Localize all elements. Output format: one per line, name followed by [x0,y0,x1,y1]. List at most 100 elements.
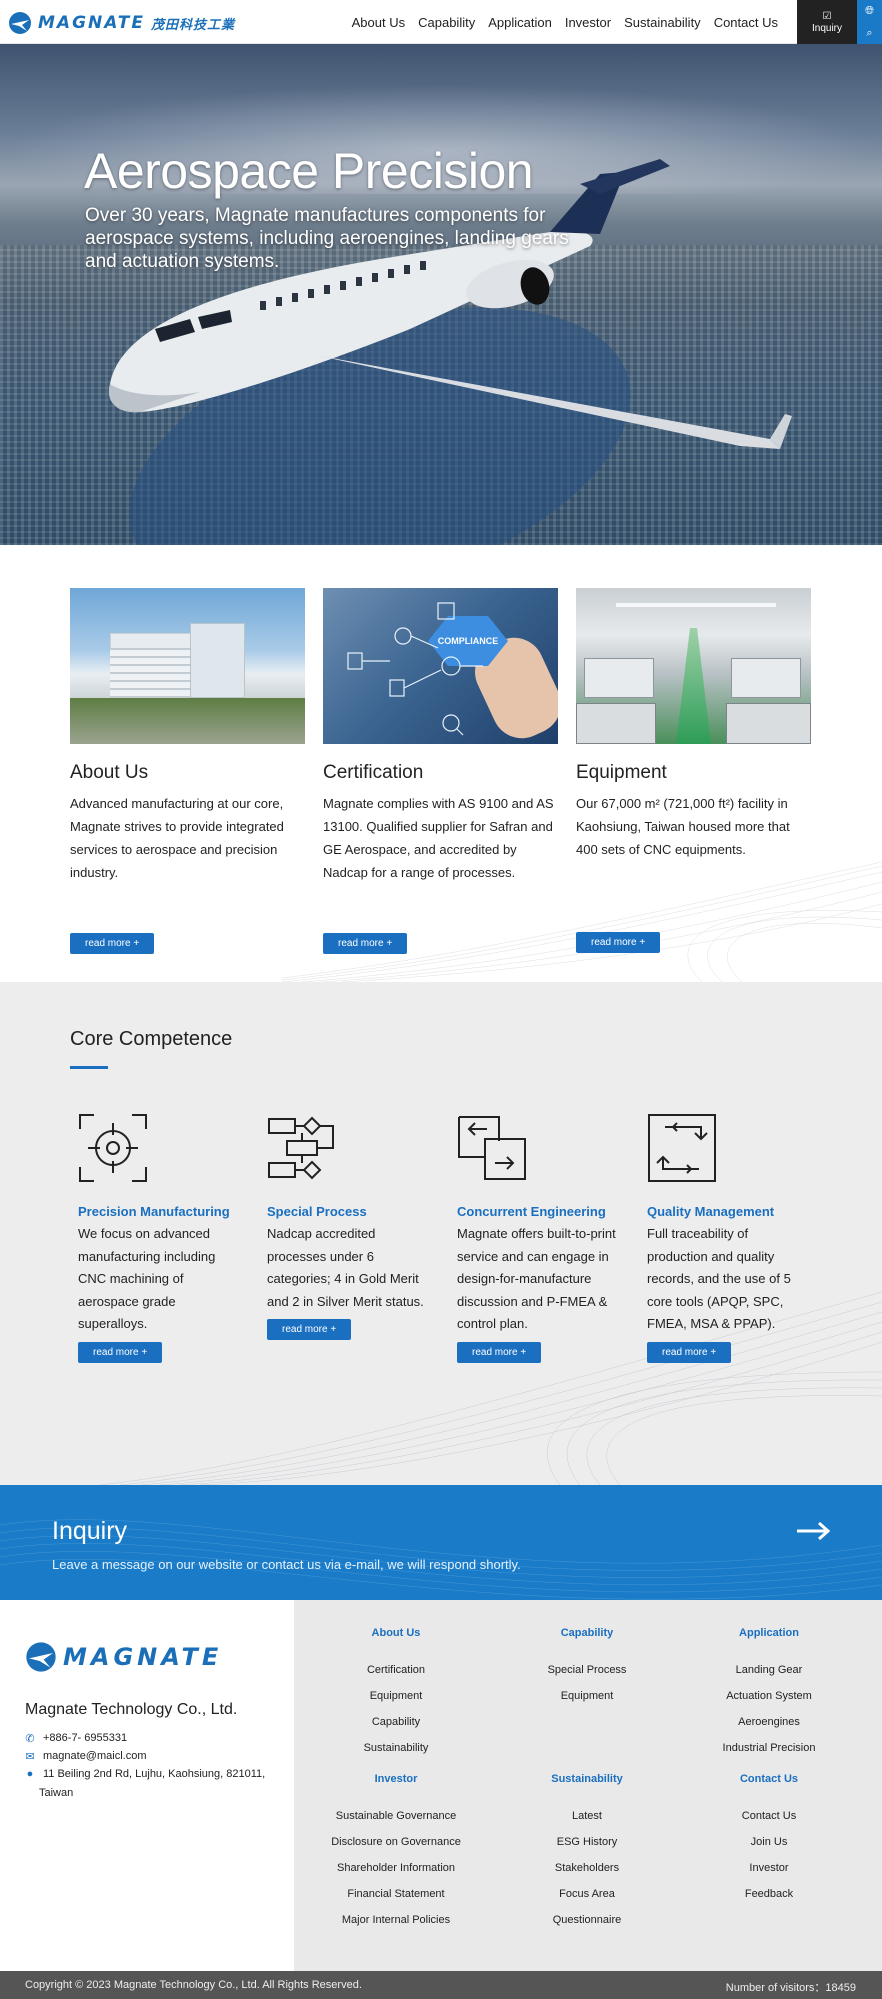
footer-address: ● 11 Beiling 2nd Rd, Lujhu, Kaohsiung, 8… [25,1768,266,1780]
nav-capability[interactable]: Capability [418,15,475,30]
visitor-counter: Number of visitors：18459 [725,1982,856,1994]
footer-link[interactable]: Latest [497,1803,677,1829]
address-line-2: Taiwan [39,1787,74,1799]
site-header: MAGNATE 茂田科技工業 About Us Capability Appli… [0,0,882,44]
footer-phone: ✆ +886-7- 6955331 [25,1732,127,1745]
globe-icon[interactable]: 🌐︎ [865,5,874,18]
footer-logo-text: MAGNATE [63,1643,223,1671]
footer-sitemap: About Us Certification Equipment Capabil… [294,1600,882,1971]
copyright-bar: Copyright © 2023 Magnate Technology Co.,… [0,1971,882,1999]
competence-title: Precision Manufacturing [78,1204,230,1219]
target-icon [79,1114,147,1182]
footer-link[interactable]: Feedback [679,1881,859,1907]
footer-link[interactable]: Questionnaire [497,1907,677,1933]
nav-contact-us[interactable]: Contact Us [714,15,778,30]
features-section: About Us Advanced manufacturing at our c… [0,545,882,982]
competence-precision-manufacturing: Precision Manufacturing We focus on adva… [78,1113,238,1363]
feature-text: Advanced manufacturing at our core, Magn… [70,796,284,880]
footer-link[interactable]: Aeroengines [679,1709,859,1735]
inquiry-button[interactable]: ☑ Inquiry [797,0,857,44]
competence-special-process: Special Process Nadcap accredited proces… [267,1113,427,1340]
inquiry-label: Inquiry [811,22,842,34]
core-competence-title: Core Competence [70,1028,233,1050]
phone-number: +886-7- 6955331 [43,1732,128,1744]
header-utility-icons: 🌐︎ ⌕ [857,0,882,44]
competence-text: Nadcap accredited processes under 6 cate… [267,1226,424,1309]
phone-icon: ✆ [25,1733,35,1745]
footer-link[interactable]: Sustainable Governance [306,1803,486,1829]
feature-title: Certification [323,762,424,783]
footer-col-application: Application Landing Gear Actuation Syste… [679,1627,859,1761]
footer-link[interactable]: Disclosure on Governance [306,1829,486,1855]
footer-col-heading[interactable]: Capability [497,1627,677,1645]
concurrent-engineering-read-more-button[interactable]: read more + [457,1341,542,1363]
email-address[interactable]: magnate@maicl.com [43,1750,146,1763]
competence-title: Quality Management [647,1204,775,1219]
footer-link[interactable]: Landing Gear [679,1657,859,1683]
envelope-icon: ✉ [25,1751,35,1763]
certification-read-more-button[interactable]: read more + [323,933,408,954]
nav-investor[interactable]: Investor [565,15,611,30]
equipment-read-more-button[interactable]: read more + [576,932,661,953]
footer-link[interactable]: Sustainability [306,1735,486,1761]
footer-link[interactable]: Equipment [497,1683,677,1709]
footer-col-heading[interactable]: Application [679,1627,859,1645]
feature-text: Our 67,000 m² (721,000 ft²) facility in … [576,796,790,857]
inquiry-band[interactable]: Inquiry Leave a message on our website o… [0,1485,882,1600]
site-logo[interactable]: MAGNATE 茂田科技工業 [8,10,235,36]
footer-link[interactable]: Stakeholders [497,1855,677,1881]
footer-link[interactable]: ESG History [497,1829,677,1855]
footer-logo[interactable]: MAGNATE [25,1641,222,1673]
feature-title: Equipment [576,762,667,783]
footer-link[interactable]: Special Process [497,1657,677,1683]
about-us-read-more-button[interactable]: read more + [70,933,155,954]
feature-certification: COMPLIANCE Certification Magnate complie… [323,588,558,954]
footer-col-contact-us: Contact Us Contact Us Join Us Investor F… [679,1773,859,1907]
hero-banner: Aerospace Precision Over 30 years, Magna… [0,44,882,545]
footer-link[interactable]: Industrial Precision [679,1735,859,1761]
competence-text: We focus on advanced manufacturing inclu… [78,1226,216,1331]
footer-link[interactable]: Equipment [306,1683,486,1709]
flowchart-icon [268,1116,334,1180]
quality-read-more-button[interactable]: read more + [647,1341,732,1363]
compliance-icons [347,602,483,736]
competence-text: Magnate offers built-to-print service an… [457,1226,616,1331]
company-name: Magnate Technology Co., Ltd. [25,1701,238,1718]
nav-application[interactable]: Application [488,15,552,30]
feature-title: About Us [70,762,149,783]
footer-link[interactable]: Investor [679,1855,859,1881]
site-footer: MAGNATE Magnate Technology Co., Ltd. ✆ +… [0,1600,882,1971]
airplane-image [108,159,792,449]
special-process-read-more-button[interactable]: read more + [267,1319,352,1340]
copyright-text: Copyright © 2023 Magnate Technology Co.,… [25,1979,362,1991]
footer-link[interactable]: Focus Area [497,1881,677,1907]
competence-quality-management: Quality Management Full traceability of … [647,1113,807,1363]
competence-title: Concurrent Engineering [457,1204,606,1219]
footer-col-heading[interactable]: Contact Us [679,1773,859,1791]
nav-about-us[interactable]: About Us [352,15,405,30]
logo-chinese-text: 茂田科技工業 [151,17,236,33]
search-icon[interactable]: ⌕ [866,27,872,40]
logo-mark-icon [9,12,31,34]
footer-col-sustainability: Sustainability Latest ESG History Stakeh… [497,1773,677,1933]
footer-link[interactable]: Major Internal Policies [306,1907,486,1933]
factory-building-image [70,588,305,744]
logo-mark-icon [26,1642,56,1672]
footer-col-heading[interactable]: Investor [306,1773,486,1791]
footer-link[interactable]: Actuation System [679,1683,859,1709]
precision-read-more-button[interactable]: read more + [78,1341,163,1363]
feature-text: Magnate complies with AS 9100 and AS 131… [323,796,554,880]
footer-col-about-us: About Us Certification Equipment Capabil… [306,1627,486,1761]
cycle-icon [648,1114,716,1182]
footer-link[interactable]: Shareholder Information [306,1855,486,1881]
footer-link[interactable]: Capability [306,1709,486,1735]
nav-sustainability[interactable]: Sustainability [624,15,701,30]
footer-link[interactable]: Join Us [679,1829,859,1855]
footer-link[interactable]: Financial Statement [306,1881,486,1907]
footer-col-heading[interactable]: About Us [306,1627,486,1645]
footer-col-heading[interactable]: Sustainability [497,1773,677,1791]
footer-col-investor: Investor Sustainable Governance Disclosu… [306,1773,486,1933]
footer-link[interactable]: Contact Us [679,1803,859,1829]
footer-link[interactable]: Certification [306,1657,486,1683]
arrow-right-icon[interactable] [797,1521,831,1541]
